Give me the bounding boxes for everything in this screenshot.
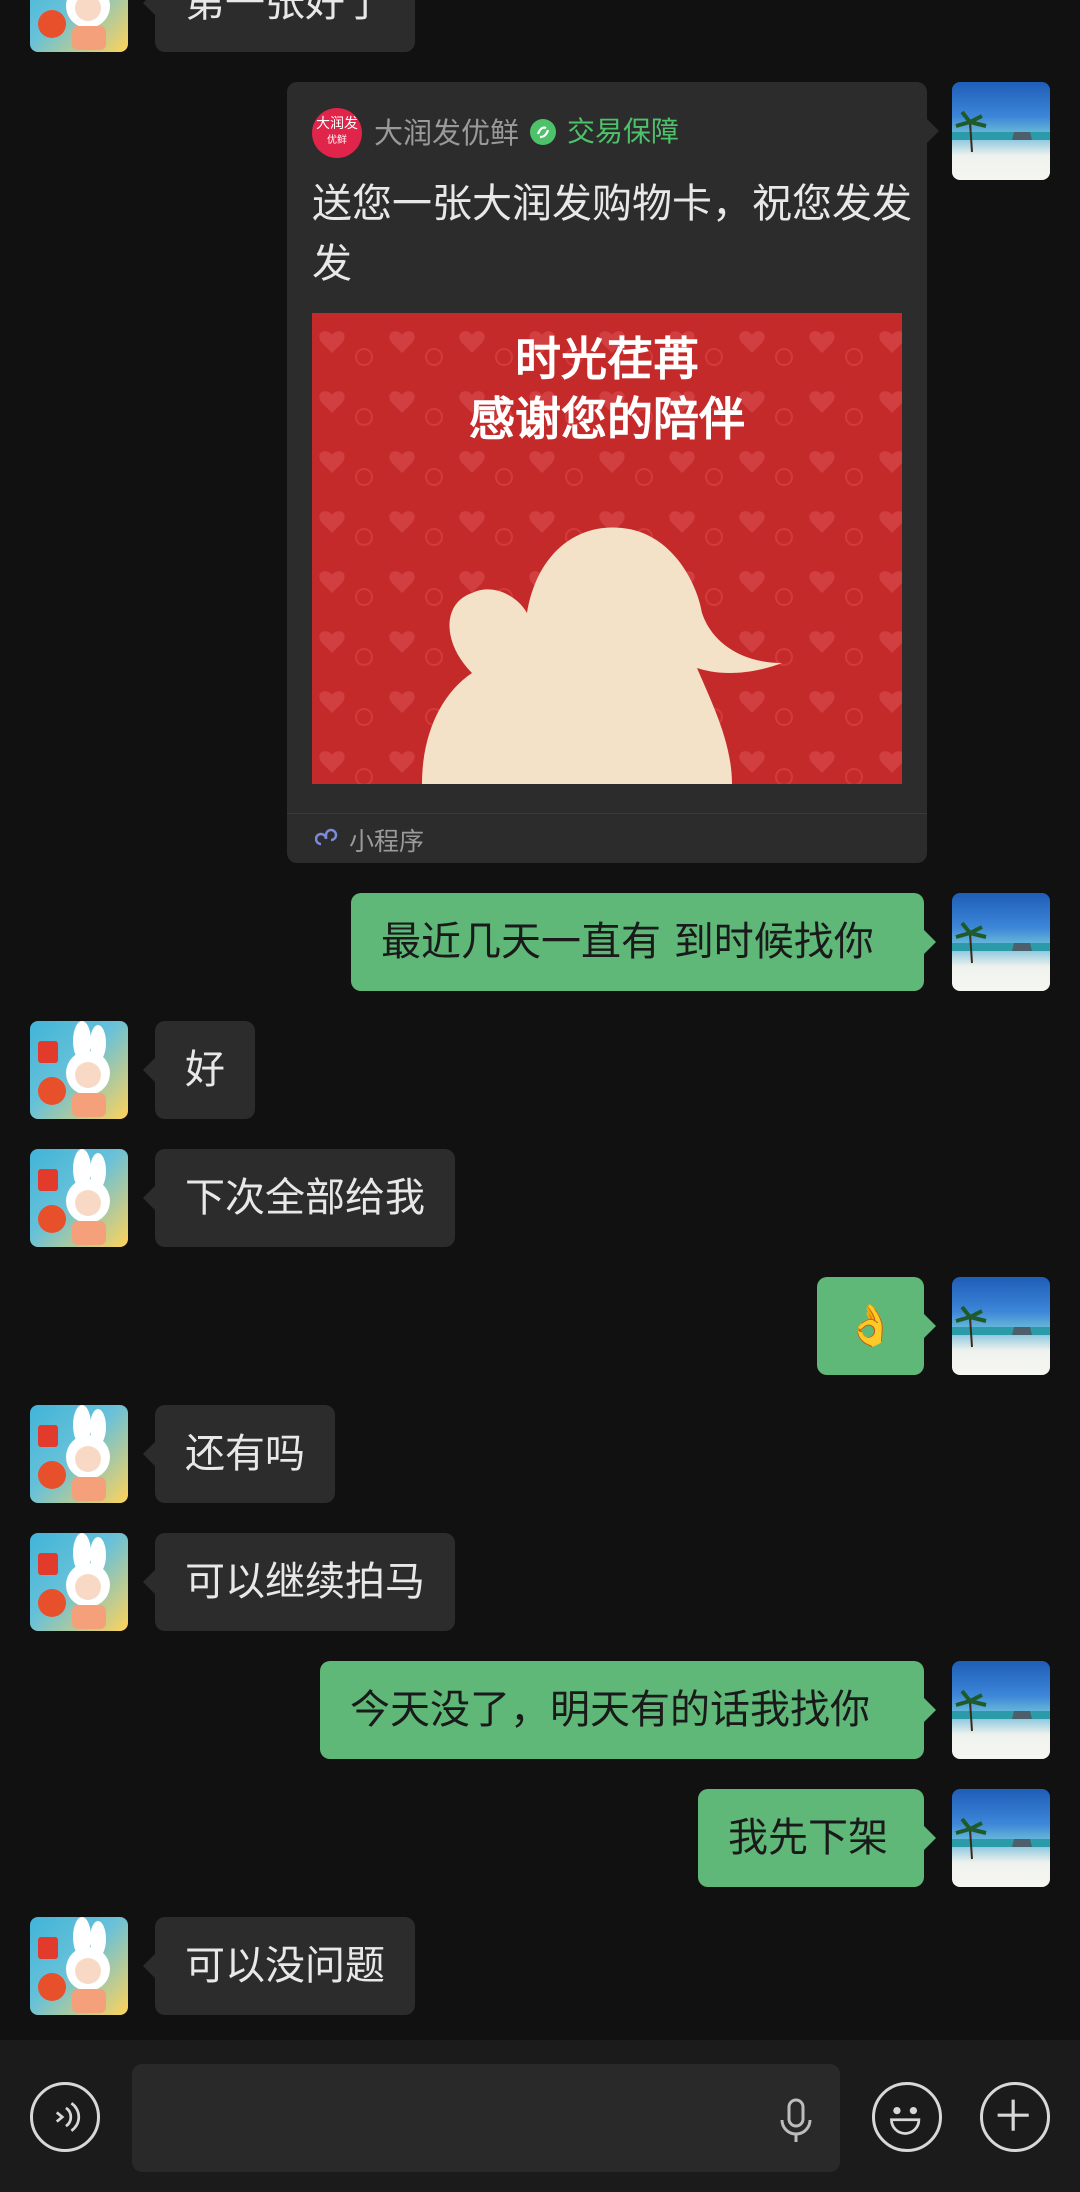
contact-avatar[interactable]	[30, 0, 128, 52]
outgoing-message[interactable]: 我先下架	[698, 1789, 936, 1887]
outgoing-message[interactable]: 👌	[817, 1277, 936, 1375]
incoming-message[interactable]: 下次全部给我	[143, 1149, 455, 1247]
microphone-icon[interactable]	[774, 2096, 818, 2144]
incoming-message[interactable]: 好	[143, 1021, 255, 1119]
my-avatar[interactable]	[952, 1789, 1050, 1887]
contact-avatar[interactable]	[30, 1149, 128, 1247]
card-description: 送您一张大润发购物卡，祝您发发发	[312, 181, 912, 287]
card-verify-label: 交易保障	[567, 115, 680, 148]
brand-logo: 大润发 优鲜	[312, 108, 362, 158]
my-avatar[interactable]	[952, 1277, 1050, 1375]
emoji-icon[interactable]	[872, 2082, 942, 2152]
card-brand-name: 大润发优鲜	[374, 116, 520, 150]
incoming-message[interactable]: 第一张好了	[143, 0, 415, 52]
contact-avatar[interactable]	[30, 1917, 128, 2015]
card-image-title-line2: 感谢您的陪伴	[469, 392, 745, 446]
voice-toggle-icon[interactable]	[30, 2082, 100, 2152]
my-avatar[interactable]	[952, 893, 1050, 991]
incoming-message[interactable]: 可以没问题	[143, 1917, 415, 2015]
card-divider	[287, 813, 927, 814]
contact-avatar[interactable]	[30, 1405, 128, 1503]
mini-program-icon	[315, 828, 338, 846]
my-avatar[interactable]	[952, 82, 1050, 180]
plus-icon[interactable]	[980, 2082, 1050, 2152]
chat-input-bar	[0, 2040, 1080, 2192]
outgoing-message[interactable]: 最近几天一直有 到时候找你	[351, 893, 936, 991]
incoming-message[interactable]: 还有吗	[143, 1405, 335, 1503]
message-input[interactable]	[132, 2064, 840, 2172]
verified-icon	[530, 119, 556, 145]
card-footer-label: 小程序	[349, 827, 425, 856]
contact-avatar[interactable]	[30, 1021, 128, 1119]
incoming-message[interactable]: 可以继续拍马	[143, 1533, 455, 1631]
card-image-title-line1: 时光荏苒	[515, 332, 699, 386]
outgoing-message[interactable]: 今天没了，明天有的话我找你	[320, 1661, 936, 1759]
card-image: 时光荏苒 感谢您的陪伴	[312, 313, 902, 784]
mini-program-card[interactable]: 大润发 优鲜 大润发优鲜 交易保障 送您一张大润发购物卡，祝您发发发 时光荏苒 …	[287, 82, 939, 863]
contact-avatar[interactable]	[30, 1533, 128, 1631]
my-avatar[interactable]	[952, 1661, 1050, 1759]
